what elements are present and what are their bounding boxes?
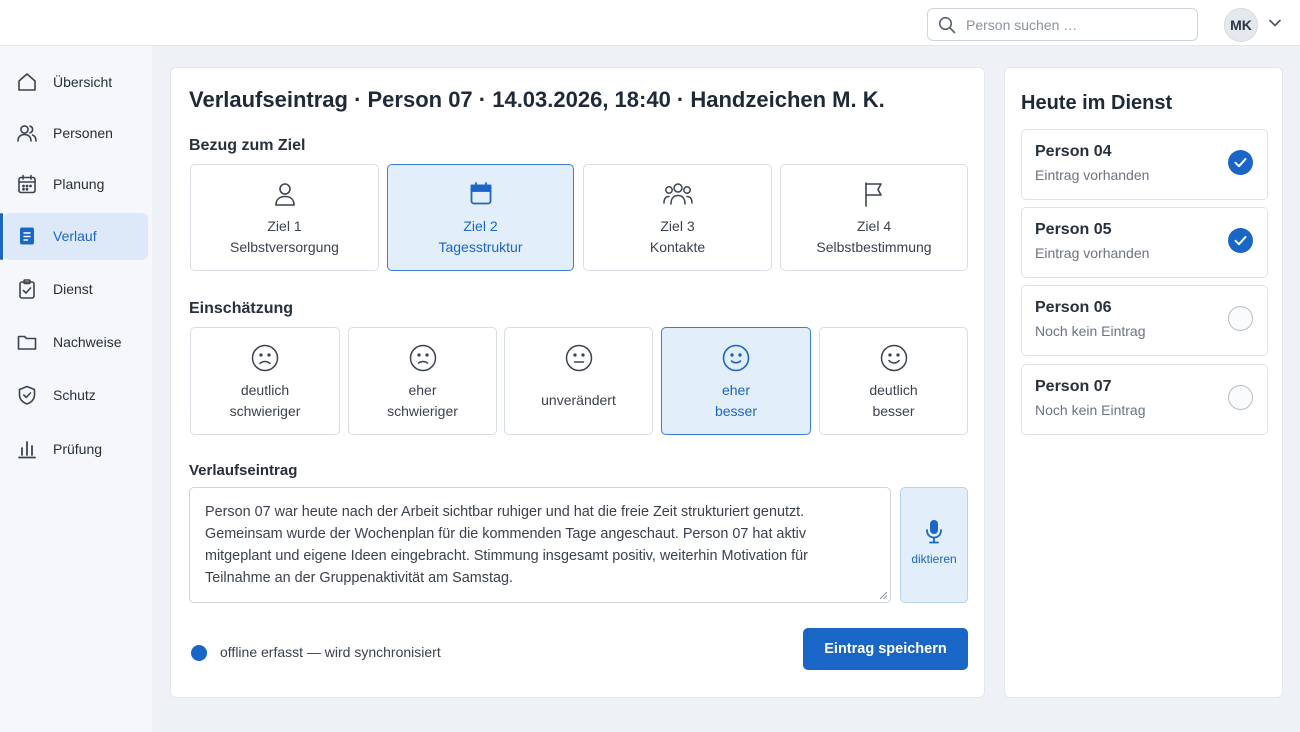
entry-status: Noch kein Eintrag bbox=[1035, 402, 1146, 418]
search-input[interactable] bbox=[966, 15, 1186, 35]
sync-status-text: offline erfasst — wird synchronisiert bbox=[220, 644, 441, 660]
goal-number: Ziel 3 bbox=[660, 218, 695, 234]
dictate-label: diktieren bbox=[911, 552, 957, 566]
goal-number: Ziel 4 bbox=[856, 218, 892, 234]
entry-status: Eintrag vorhanden bbox=[1035, 167, 1150, 183]
chevron-down-icon[interactable] bbox=[1268, 18, 1282, 28]
sidebar-item-label: Planung bbox=[53, 176, 105, 192]
entry-status: Eintrag vorhanden bbox=[1035, 245, 1150, 261]
sidebar-item-planung[interactable]: Planung bbox=[4, 161, 148, 208]
goal-number: Ziel 1 bbox=[267, 218, 302, 234]
smile-icon bbox=[722, 344, 750, 372]
sidebar-item-personen[interactable]: Personen bbox=[4, 110, 148, 157]
user-avatar[interactable]: MK bbox=[1224, 8, 1258, 42]
person-name: Person 04 bbox=[1035, 143, 1112, 160]
smile-icon bbox=[880, 344, 908, 372]
rating-text: deutlich bbox=[869, 382, 918, 398]
rating-text: schwieriger bbox=[387, 403, 458, 419]
home-icon bbox=[16, 71, 38, 93]
rating-text: schwieriger bbox=[229, 403, 301, 419]
progress-entry-textarea[interactable]: Person 07 war heute nach der Arbeit sich… bbox=[189, 487, 891, 603]
person-search[interactable] bbox=[927, 8, 1198, 41]
rating-option-much-harder[interactable]: deutlich schwieriger bbox=[190, 327, 340, 435]
goal-option-2[interactable]: Ziel 2 Tagesstruktur bbox=[387, 164, 574, 271]
check-circle-icon bbox=[1228, 150, 1253, 175]
on-duty-panel: Heute im Dienst Person 04 Eintrag vorhan… bbox=[1004, 67, 1283, 698]
rating-section-label: Einschätzung bbox=[189, 300, 294, 317]
group-icon bbox=[662, 180, 694, 208]
clipboard-check-icon bbox=[16, 278, 38, 300]
panel-title: Heute im Dienst bbox=[1021, 92, 1173, 114]
rating-text: unverändert bbox=[541, 392, 616, 408]
rating-option-unchanged[interactable]: unverändert bbox=[504, 327, 653, 435]
neutral-face-icon bbox=[565, 344, 593, 372]
goal-name: Tagesstruktur bbox=[438, 239, 523, 255]
rating-option-better[interactable]: eher besser bbox=[661, 327, 811, 435]
dictate-button[interactable]: diktieren bbox=[900, 487, 968, 603]
goal-option-4[interactable]: Ziel 4 Selbstbestimmung bbox=[780, 164, 968, 271]
entry-section-label: Verlaufseintrag bbox=[189, 462, 298, 479]
page-title: Verlaufseintrag · Person 07 · 14.03.2026… bbox=[189, 87, 885, 112]
folder-icon bbox=[16, 331, 38, 353]
person-name: Person 07 bbox=[1035, 378, 1112, 395]
sidebar-item-schutz[interactable]: Schutz bbox=[4, 372, 148, 419]
resize-handle-icon[interactable] bbox=[879, 591, 888, 600]
save-entry-button[interactable]: Eintrag speichern bbox=[803, 628, 968, 670]
sidebar-item-label: Personen bbox=[53, 125, 113, 141]
sidebar-item-nachweise[interactable]: Nachweise bbox=[4, 319, 148, 366]
person-name: Person 06 bbox=[1035, 299, 1112, 316]
sidebar-item-label: Dienst bbox=[53, 281, 93, 297]
sidebar-item-label: Verlauf bbox=[53, 228, 97, 244]
goal-option-1[interactable]: Ziel 1 Selbstversorgung bbox=[190, 164, 379, 271]
goal-name: Kontakte bbox=[649, 239, 706, 255]
rating-text: besser bbox=[872, 403, 915, 419]
person-icon bbox=[271, 180, 299, 208]
goal-name: Selbstbestimmung bbox=[816, 239, 932, 255]
progress-entry-form: Verlaufseintrag · Person 07 · 14.03.2026… bbox=[170, 67, 985, 698]
flag-icon bbox=[860, 180, 888, 208]
calendar-icon bbox=[467, 180, 495, 208]
rating-text: besser bbox=[714, 403, 758, 419]
rating-option-much-better[interactable]: deutlich besser bbox=[819, 327, 968, 435]
entry-status: Noch kein Eintrag bbox=[1035, 323, 1146, 339]
calendar-icon bbox=[16, 173, 38, 195]
shield-check-icon bbox=[16, 384, 38, 406]
sidebar-item-label: Nachweise bbox=[53, 334, 122, 350]
users-icon bbox=[16, 122, 38, 144]
person-name: Person 05 bbox=[1035, 221, 1112, 238]
sync-status-dot bbox=[191, 645, 207, 661]
rating-option-harder[interactable]: eher schwieriger bbox=[348, 327, 497, 435]
sidebar-item-label: Prüfung bbox=[53, 441, 103, 457]
document-icon bbox=[16, 225, 38, 247]
goal-option-3[interactable]: Ziel 3 Kontakte bbox=[583, 164, 772, 271]
check-circle-icon bbox=[1228, 228, 1253, 253]
bar-chart-icon bbox=[16, 438, 38, 460]
microphone-icon bbox=[924, 519, 944, 545]
person-card-05[interactable]: Person 05 Eintrag vorhanden bbox=[1021, 207, 1268, 278]
frown-icon bbox=[251, 344, 279, 372]
empty-circle-icon bbox=[1228, 385, 1253, 410]
sidebar-item-dienst[interactable]: Dienst bbox=[4, 266, 148, 313]
sidebar-item-pruefung[interactable]: Prüfung bbox=[4, 426, 148, 473]
person-card-07[interactable]: Person 07 Noch kein Eintrag bbox=[1021, 364, 1268, 435]
empty-circle-icon bbox=[1228, 306, 1253, 331]
sidebar: Übersicht Personen Planung Verlauf Diens… bbox=[0, 46, 152, 732]
entry-text: Person 07 war heute nach der Arbeit sich… bbox=[205, 504, 808, 586]
person-card-06[interactable]: Person 06 Noch kein Eintrag bbox=[1021, 285, 1268, 356]
frown-icon bbox=[409, 344, 437, 372]
sidebar-item-uebersicht[interactable]: Übersicht bbox=[4, 59, 148, 106]
top-bar: MK bbox=[0, 0, 1300, 46]
goal-section-label: Bezug zum Ziel bbox=[189, 137, 306, 154]
goal-name: Selbstversorgung bbox=[230, 239, 339, 255]
rating-text: deutlich bbox=[240, 382, 290, 398]
rating-text: eher bbox=[721, 382, 751, 398]
sidebar-item-verlauf[interactable]: Verlauf bbox=[0, 213, 148, 260]
goal-number: Ziel 2 bbox=[463, 218, 498, 234]
sidebar-item-label: Übersicht bbox=[53, 74, 113, 90]
person-card-04[interactable]: Person 04 Eintrag vorhanden bbox=[1021, 129, 1268, 200]
sidebar-item-label: Schutz bbox=[53, 387, 96, 403]
rating-text: eher bbox=[408, 382, 437, 398]
search-icon bbox=[938, 16, 956, 34]
